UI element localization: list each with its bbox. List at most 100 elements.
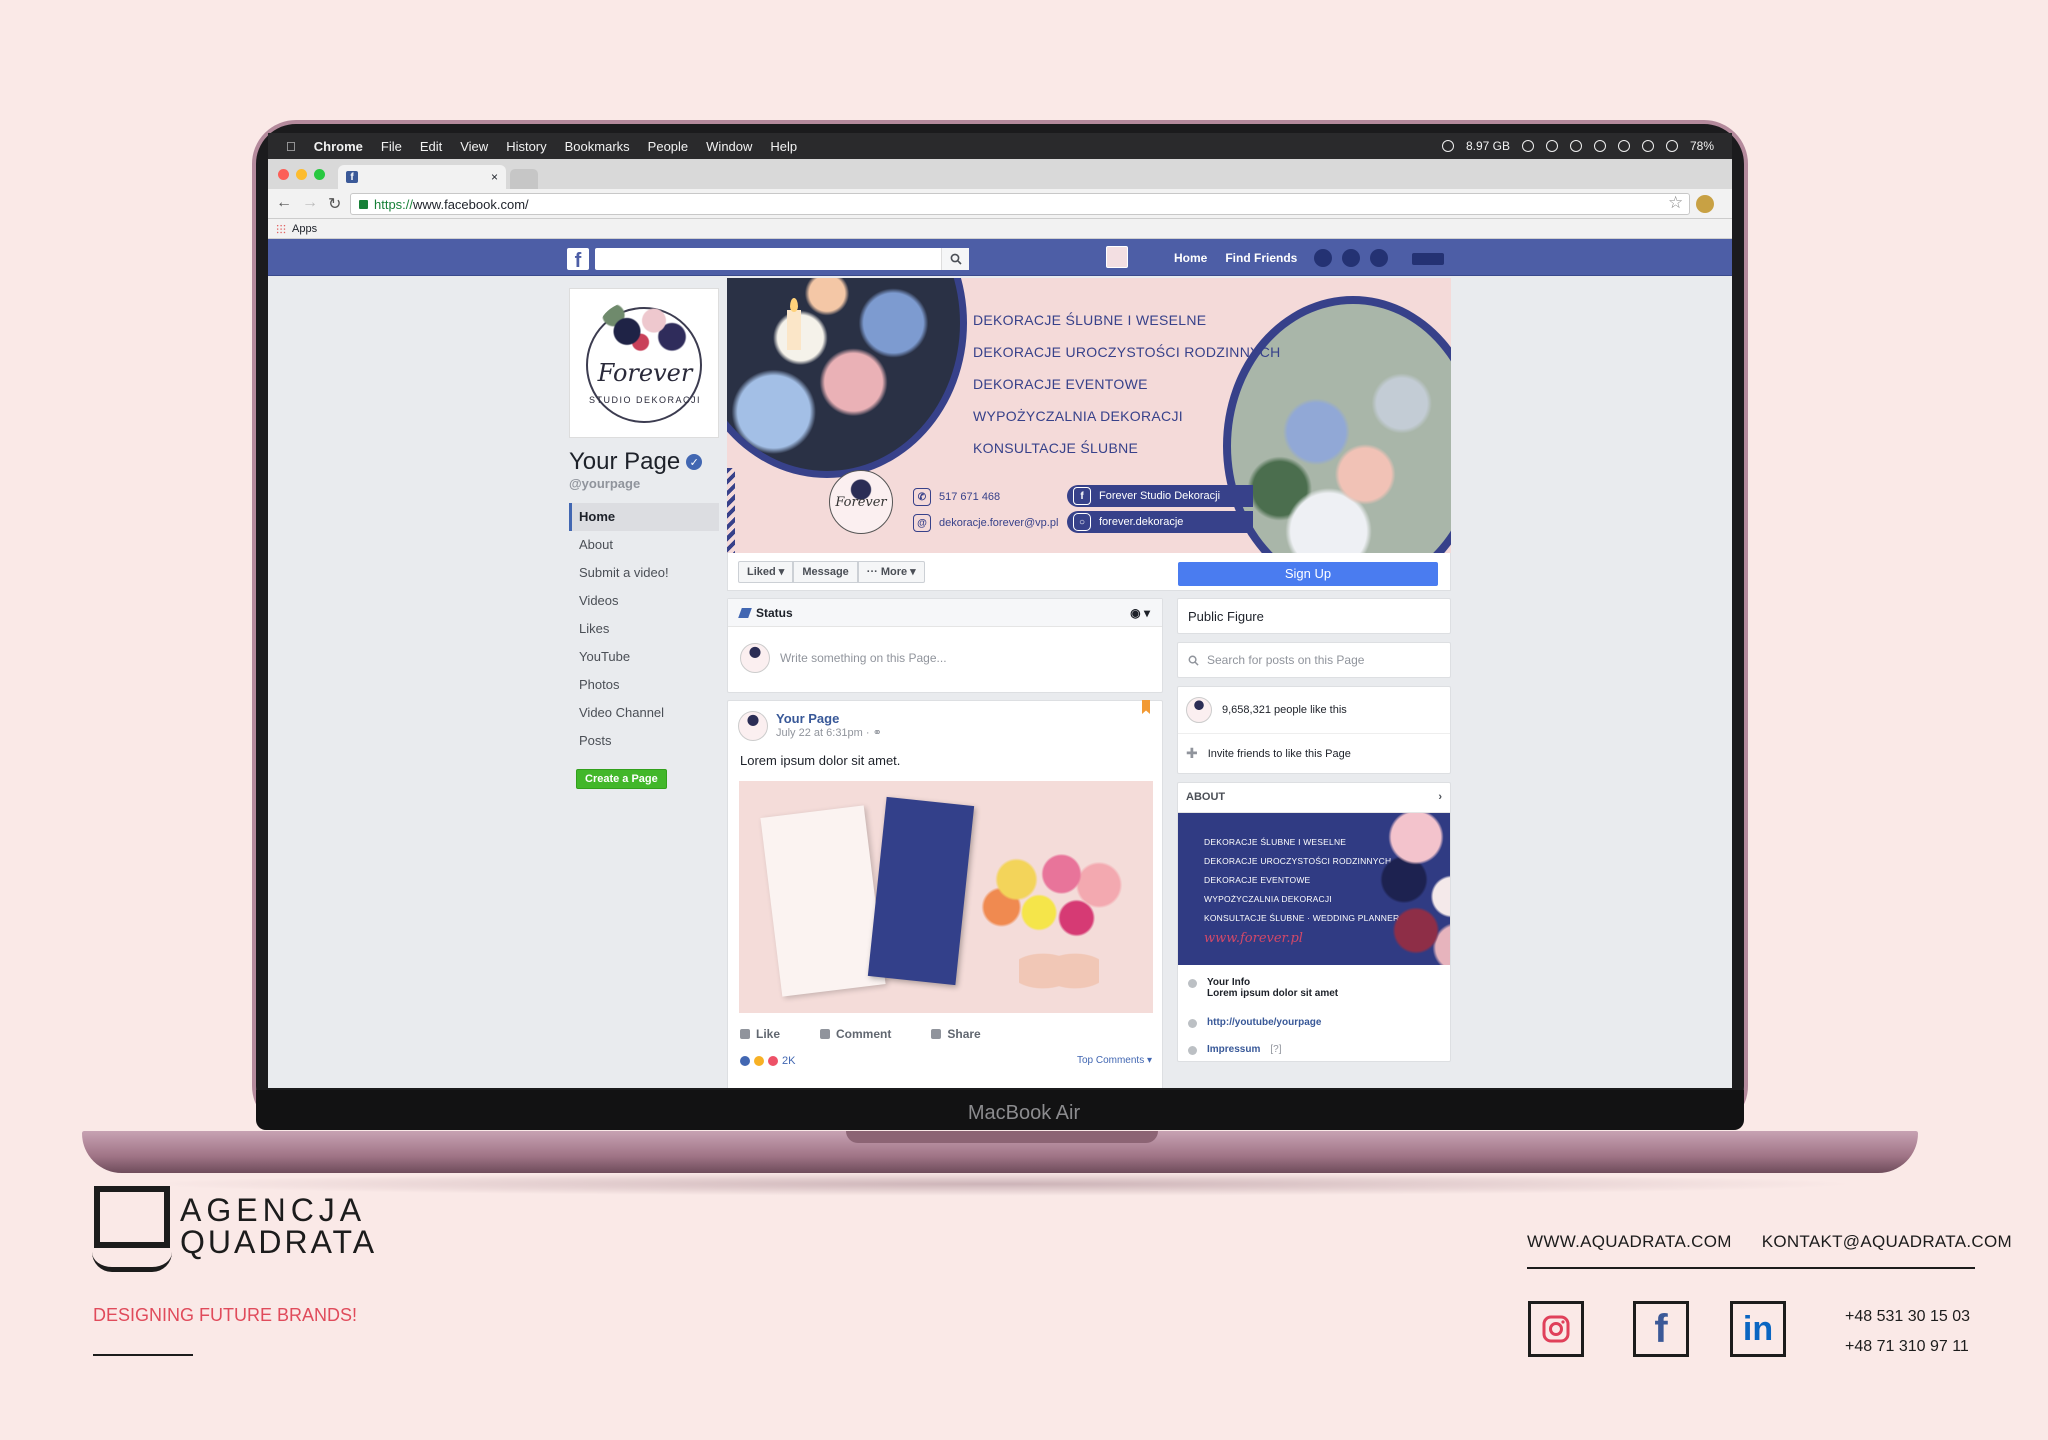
composer-input[interactable]: Write something on this Page... <box>780 651 947 665</box>
phone-icon[interactable] <box>1641 140 1654 152</box>
clock-icon[interactable] <box>1569 140 1582 152</box>
post-author-avatar[interactable] <box>738 711 768 741</box>
liked-button[interactable]: Liked ▾ <box>738 561 794 583</box>
create-page-button[interactable]: Create a Page <box>576 769 667 789</box>
sign-up-button[interactable]: Sign Up <box>1178 562 1438 586</box>
page-nav-submit-video[interactable]: Submit a video! <box>569 559 719 587</box>
top-comments-filter[interactable]: Top Comments ▾ <box>1077 1055 1152 1066</box>
address-bar[interactable]: https://www.facebook.com/ <box>350 193 1690 215</box>
facebook-logo-icon[interactable]: f <box>567 248 589 271</box>
about-banner[interactable]: DEKORACJE ŚLUBNE I WESELNE DEKORACJE URO… <box>1178 813 1450 965</box>
account-menu-icon[interactable] <box>1412 253 1444 265</box>
menu-file[interactable]: File <box>381 139 402 154</box>
page-nav-photos[interactable]: Photos <box>569 671 719 699</box>
agency-email[interactable]: KONTAKT@AQUADRATA.COM <box>1762 1232 2012 1252</box>
cover-service: DEKORACJE EVENTOWE <box>973 376 1148 392</box>
post-timestamp[interactable]: July 22 at 6:31pm · ⚭ <box>776 726 882 739</box>
impressum-help[interactable]: [?] <box>1270 1044 1281 1055</box>
page-nav-posts[interactable]: Posts <box>569 727 719 755</box>
shield-icon[interactable] <box>1521 140 1534 152</box>
new-tab-button[interactable] <box>510 169 538 189</box>
search-icon[interactable] <box>941 248 969 270</box>
invite-row[interactable]: ✚ Invite friends to like this Page <box>1178 733 1450 773</box>
nav-home[interactable]: Home <box>1174 251 1207 265</box>
zoom-window-icon[interactable] <box>314 169 325 180</box>
page-nav-youtube[interactable]: YouTube <box>569 643 719 671</box>
page-nav-videos[interactable]: Videos <box>569 587 719 615</box>
tagline-divider <box>93 1354 193 1356</box>
menu-view[interactable]: View <box>460 139 488 154</box>
extension-icon[interactable] <box>1696 195 1714 213</box>
more-button[interactable]: ··· More ▾ <box>857 561 925 583</box>
invite-friends[interactable]: Invite friends to like this Page <box>1208 748 1351 760</box>
page-action-bar: Liked ▾ Message ··· More ▾ Sign Up <box>727 553 1451 591</box>
instagram-icon: ○ <box>1073 513 1091 531</box>
browser-tab-facebook[interactable]: f × <box>338 165 506 189</box>
menu-window[interactable]: Window <box>706 139 752 154</box>
message-button[interactable]: Message <box>793 561 858 583</box>
time-machine-icon[interactable] <box>1593 140 1606 152</box>
menu-edit[interactable]: Edit <box>420 139 442 154</box>
menu-people[interactable]: People <box>648 139 688 154</box>
back-icon[interactable]: ← <box>276 194 292 214</box>
menu-bookmarks[interactable]: Bookmarks <box>565 139 630 154</box>
page-nav-about[interactable]: About <box>569 531 719 559</box>
page-profile-picture[interactable]: Forever STUDIO DEKORACJI <box>569 288 719 438</box>
reload-icon[interactable]: ↻ <box>328 194 341 214</box>
page-right-column: Public Figure Search for posts on this P… <box>1177 598 1451 1062</box>
facebook-icon[interactable]: f <box>1633 1301 1689 1357</box>
minimize-window-icon[interactable] <box>296 169 307 180</box>
close-window-icon[interactable] <box>278 169 289 180</box>
composer-status-tab[interactable]: Status <box>756 606 793 620</box>
bookmark-apps[interactable]: Apps <box>292 223 317 235</box>
add-friend-icon: ✚ <box>1186 745 1198 761</box>
page-post-search[interactable]: Search for posts on this Page <box>1177 642 1451 678</box>
cloud-icon[interactable] <box>1545 140 1558 152</box>
facebook-search-input[interactable] <box>595 248 969 270</box>
keyboard-icon[interactable] <box>1617 140 1630 152</box>
like-button[interactable]: Like <box>740 1027 780 1041</box>
impressum-link[interactable]: Impressum <box>1207 1044 1260 1055</box>
composer-body[interactable]: Write something on this Page... <box>728 627 1162 689</box>
share-button[interactable]: Share <box>931 1027 980 1041</box>
agency-phone-2[interactable]: +48 71 310 97 11 <box>1845 1332 1970 1362</box>
post-image[interactable] <box>739 781 1153 1013</box>
cover-photo[interactable]: DEKORACJE ŚLUBNE I WESELNE DEKORACJE URO… <box>727 278 1451 553</box>
bookmark-star-icon[interactable]: ☆ <box>1668 193 1683 213</box>
page-nav-home[interactable]: Home <box>569 503 719 531</box>
page-handle[interactable]: @yourpage <box>569 476 719 491</box>
menu-help[interactable]: Help <box>770 139 797 154</box>
chevron-right-icon[interactable]: › <box>1438 791 1442 804</box>
battery-readout[interactable]: 78% <box>1690 139 1714 153</box>
page-name[interactable]: Your Page <box>569 448 680 476</box>
friend-requests-icon[interactable] <box>1314 249 1332 267</box>
page-category[interactable]: Public Figure <box>1177 598 1451 634</box>
forward-icon[interactable]: → <box>302 194 318 214</box>
candle <box>787 310 801 350</box>
comment-button[interactable]: Comment <box>820 1027 891 1041</box>
audience-selector-icon[interactable]: ◉ ▾ <box>1130 606 1150 620</box>
messages-icon[interactable] <box>1342 249 1360 267</box>
page-nav-likes[interactable]: Likes <box>569 615 719 643</box>
likes-row: 9,658,321 people like this <box>1178 687 1450 733</box>
apple-icon[interactable]:  <box>286 139 296 154</box>
notifications-globe-icon[interactable] <box>1370 249 1388 267</box>
youtube-link[interactable]: http://youtube/yourpage <box>1207 1017 1321 1028</box>
page-nav-video-channel[interactable]: Video Channel <box>569 699 719 727</box>
volume-icon[interactable] <box>1665 140 1678 152</box>
close-tab-icon[interactable]: × <box>491 170 498 184</box>
nav-find-friends[interactable]: Find Friends <box>1225 251 1297 265</box>
about-header[interactable]: ABOUT › <box>1178 783 1450 813</box>
profile-avatar[interactable] <box>1106 246 1128 268</box>
linkedin-icon[interactable]: in <box>1730 1301 1786 1357</box>
reaction-summary[interactable]: 2K <box>740 1055 795 1067</box>
menu-app-name[interactable]: Chrome <box>314 139 363 154</box>
menu-history[interactable]: History <box>506 139 546 154</box>
memory-icon[interactable] <box>1441 140 1454 152</box>
agency-website[interactable]: WWW.AQUADRATA.COM <box>1527 1232 1732 1252</box>
instagram-icon[interactable] <box>1528 1301 1584 1357</box>
feed-post: Your Page July 22 at 6:31pm · ⚭ Lorem ip… <box>727 700 1163 1088</box>
likes-count[interactable]: 9,658,321 people like this <box>1222 704 1347 716</box>
agency-phone-1[interactable]: +48 531 30 15 03 <box>1845 1302 1970 1332</box>
post-author[interactable]: Your Page <box>776 711 882 726</box>
